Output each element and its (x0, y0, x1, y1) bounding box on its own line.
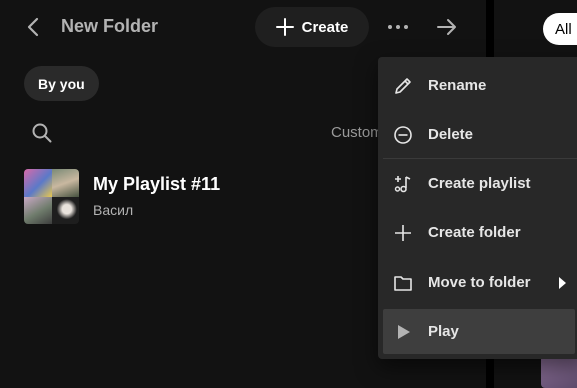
plus-icon (275, 18, 294, 36)
filter-chip-by-you[interactable]: By you (24, 66, 99, 101)
create-button[interactable]: Create (255, 7, 369, 47)
chevron-left-icon (27, 17, 39, 37)
menu-item-label: Create playlist (428, 175, 531, 192)
plus-icon (393, 223, 413, 243)
playlist-title: My Playlist #11 (93, 174, 221, 194)
playlist-cover (24, 169, 79, 224)
cover-tile (24, 196, 52, 224)
menu-item-create-folder[interactable]: Create folder (383, 210, 575, 255)
playlist-owner: Васил (93, 202, 134, 218)
expand-library-button[interactable] (432, 12, 462, 42)
add-music-icon (393, 174, 413, 194)
menu-item-label: Move to folder (428, 274, 531, 291)
menu-item-play[interactable]: Play (383, 309, 575, 354)
menu-item-delete[interactable]: Delete (383, 112, 575, 157)
folder-icon (393, 273, 413, 293)
play-icon (393, 322, 413, 342)
menu-item-move-to-folder[interactable]: Move to folder (383, 260, 575, 305)
sort-dropdown[interactable]: Custom (331, 124, 383, 141)
submenu-arrow-icon (559, 277, 566, 289)
cover-tile (24, 169, 52, 197)
search-library-button[interactable] (28, 119, 56, 147)
menu-divider (383, 158, 577, 159)
more-horizontal-icon (388, 25, 408, 29)
cover-tile (51, 196, 79, 224)
menu-item-label: Create folder (428, 224, 521, 241)
create-button-label: Create (301, 18, 349, 36)
playlist-item[interactable]: My Playlist #11 Васил (16, 162, 376, 232)
cover-tile (51, 169, 79, 197)
filter-chip-all[interactable]: All (543, 13, 577, 45)
menu-item-label: Delete (428, 126, 474, 143)
minus-circle-icon (393, 125, 413, 145)
back-button[interactable] (18, 12, 48, 42)
menu-item-label: Play (428, 323, 459, 340)
arrow-right-icon (437, 19, 456, 35)
menu-item-label: Rename (428, 77, 487, 94)
menu-item-rename[interactable]: Rename (383, 63, 575, 108)
more-options-button[interactable] (382, 12, 414, 42)
menu-item-create-playlist[interactable]: Create playlist (383, 161, 575, 206)
pencil-icon (393, 76, 413, 96)
folder-title: New Folder (61, 16, 159, 36)
context-menu: Rename Delete Create playlist Create fol… (378, 57, 577, 359)
search-icon (32, 123, 52, 143)
